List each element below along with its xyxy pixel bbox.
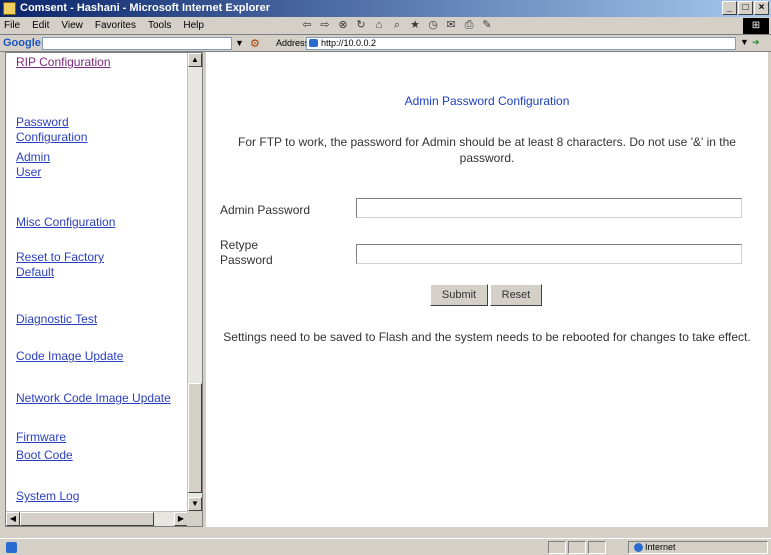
password-notice: For FTP to work, the password for Admin …: [238, 135, 736, 165]
nav-system-log[interactable]: System Log: [16, 489, 186, 504]
nav-horizontal-scrollbar[interactable]: ◀ ▶: [6, 511, 188, 526]
security-zone: Internet: [628, 541, 768, 554]
nav-vertical-scrollbar[interactable]: ▲ ▼: [187, 53, 202, 511]
menu-view[interactable]: View: [61, 20, 83, 31]
page-title: Admin Password Configuration: [404, 94, 570, 108]
nav-network-code-image-update[interactable]: Network Code Image Update: [16, 391, 176, 406]
retype-password-label: Retype Password: [220, 238, 273, 267]
home-icon[interactable]: ⌂: [372, 19, 386, 32]
minimize-button[interactable]: _: [722, 1, 737, 15]
nav-frame: RIP Configuration Password Configuration…: [5, 52, 203, 527]
windows-logo-icon: ⊞: [743, 18, 769, 34]
status-cells: [548, 541, 606, 554]
page-icon: [309, 39, 318, 47]
close-button[interactable]: ×: [754, 1, 769, 15]
status-cell: [568, 541, 586, 554]
scroll-right-icon[interactable]: ▶: [174, 512, 188, 526]
nav-user[interactable]: User: [16, 165, 186, 180]
nav-reset-factory-default[interactable]: Reset to Factory Default: [16, 250, 141, 280]
status-cell: [548, 541, 566, 554]
nav-password-configuration[interactable]: Password Configuration: [16, 115, 126, 145]
scroll-thumb[interactable]: [188, 383, 202, 493]
menu-items: File Edit View Favorites Tools Help: [4, 20, 204, 31]
nav-misc-configuration[interactable]: Misc Configuration: [16, 215, 186, 230]
window-controls: _ □ ×: [722, 1, 769, 15]
go-icon[interactable]: ➜: [752, 37, 760, 48]
refresh-icon[interactable]: ↻: [354, 19, 368, 32]
favorites-icon[interactable]: ★: [408, 19, 422, 32]
nav-rip-configuration[interactable]: RIP Configuration: [16, 55, 186, 70]
menu-help[interactable]: Help: [183, 20, 204, 31]
menu-tools[interactable]: Tools: [148, 20, 171, 31]
scroll-up-icon[interactable]: ▲: [188, 53, 202, 67]
menu-favorites[interactable]: Favorites: [95, 20, 136, 31]
google-search-input[interactable]: [42, 37, 232, 50]
back-icon[interactable]: ⇦: [300, 19, 314, 32]
status-cell: [588, 541, 606, 554]
address-dropdown-icon[interactable]: ▼: [740, 37, 749, 47]
admin-password-input[interactable]: [356, 198, 742, 218]
submit-button[interactable]: Submit: [430, 284, 488, 306]
main-frame: Admin Password Configuration For FTP to …: [206, 52, 768, 527]
address-bar: Google - ▼ ⚙ Address http://10.0.0.2 ▼ ➜: [0, 35, 771, 52]
google-logo: Google -: [3, 37, 48, 49]
title-bar: Comsent - Hashani - Microsoft Internet E…: [0, 0, 771, 17]
address-value: http://10.0.0.2: [321, 38, 377, 48]
print-icon[interactable]: ⎙: [462, 19, 476, 32]
status-bar: Internet: [0, 538, 771, 555]
ie-icon: [3, 2, 16, 15]
menu-file[interactable]: File: [4, 20, 20, 31]
chevron-down-icon[interactable]: ▼: [234, 37, 245, 50]
mail-icon[interactable]: ✉: [444, 19, 458, 32]
admin-password-label: Admin Password: [220, 203, 311, 217]
address-label: Address: [276, 38, 310, 48]
toolbar: ⇦ ⇨ ⊗ ↻ ⌂ ⌕ ★ ◷ ✉ ⎙ ✎: [300, 19, 494, 32]
page-status-icon: [6, 542, 17, 553]
scroll-down-icon[interactable]: ▼: [188, 497, 202, 511]
internet-zone-icon: [634, 543, 643, 552]
scroll-thumb-horizontal[interactable]: [20, 512, 154, 526]
nav-code-image-update[interactable]: Code Image Update: [16, 349, 186, 364]
address-input[interactable]: http://10.0.0.2: [306, 37, 736, 50]
nav-firmware[interactable]: Firmware: [16, 430, 186, 445]
retype-password-input[interactable]: [356, 244, 742, 264]
window-title: Comsent - Hashani - Microsoft Internet E…: [20, 2, 270, 14]
settings-footnote: Settings need to be saved to Flash and t…: [223, 330, 751, 344]
edit-icon[interactable]: ✎: [480, 19, 494, 32]
stop-icon[interactable]: ⊗: [336, 19, 350, 32]
search-go-icon[interactable]: ⚙: [250, 37, 260, 50]
forward-icon[interactable]: ⇨: [318, 19, 332, 32]
reset-button[interactable]: Reset: [490, 284, 542, 306]
maximize-button[interactable]: □: [738, 1, 753, 15]
nav-boot-code[interactable]: Boot Code: [16, 448, 186, 463]
scroll-corner: [187, 511, 202, 526]
search-icon[interactable]: ⌕: [390, 19, 404, 32]
menu-edit[interactable]: Edit: [32, 20, 49, 31]
nav-diagnostic-test[interactable]: Diagnostic Test: [16, 312, 186, 327]
nav-admin[interactable]: Admin: [16, 150, 186, 165]
history-icon[interactable]: ◷: [426, 19, 440, 32]
menu-bar: File Edit View Favorites Tools Help ⇦ ⇨ …: [0, 17, 771, 35]
scroll-left-icon[interactable]: ◀: [6, 512, 20, 526]
